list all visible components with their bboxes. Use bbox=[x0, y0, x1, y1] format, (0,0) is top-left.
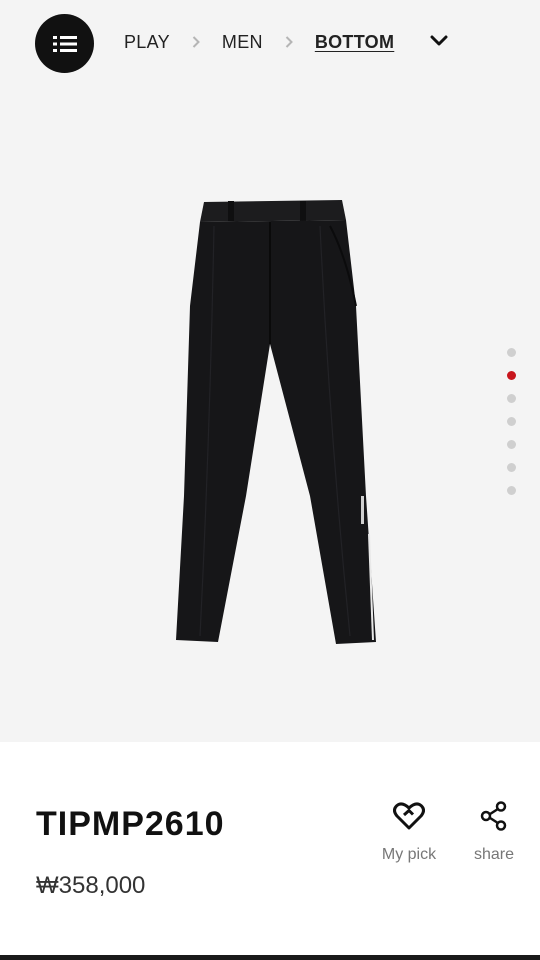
breadcrumb: PLAY MEN BOTTOM bbox=[124, 30, 394, 54]
menu-button[interactable] bbox=[35, 14, 94, 73]
pagination-dot[interactable] bbox=[507, 394, 516, 403]
chevron-down-icon bbox=[430, 35, 448, 46]
breadcrumb-bottom[interactable]: BOTTOM bbox=[315, 32, 394, 53]
share-button[interactable]: share bbox=[465, 800, 523, 864]
pagination-dot[interactable] bbox=[507, 463, 516, 472]
product-image-pants[interactable] bbox=[170, 196, 382, 648]
breadcrumb-play[interactable]: PLAY bbox=[124, 32, 170, 53]
category-dropdown[interactable] bbox=[428, 31, 450, 51]
heart-icon bbox=[393, 802, 425, 830]
pagination-dot[interactable] bbox=[507, 417, 516, 426]
share-label: share bbox=[473, 846, 515, 863]
share-icon bbox=[480, 801, 507, 831]
product-info: TIPMP2610 ₩358,000 My pick share bbox=[0, 742, 540, 960]
breadcrumb-men[interactable]: MEN bbox=[222, 32, 263, 53]
product-hero: PLAY MEN BOTTOM bbox=[0, 0, 540, 742]
product-price: ₩358,000 bbox=[36, 872, 146, 899]
mypick-label: My pick bbox=[381, 846, 437, 863]
chevron-right-icon bbox=[285, 36, 293, 48]
pagination-dot-active[interactable] bbox=[507, 371, 516, 380]
pagination-dot[interactable] bbox=[507, 348, 516, 357]
chevron-right-icon bbox=[192, 36, 200, 48]
list-menu-icon bbox=[52, 35, 77, 52]
image-pagination bbox=[507, 348, 517, 509]
pagination-dot[interactable] bbox=[507, 440, 516, 449]
mypick-button[interactable]: My pick bbox=[374, 800, 444, 864]
bottom-bar bbox=[0, 955, 540, 960]
pagination-dot[interactable] bbox=[507, 486, 516, 495]
product-name: TIPMP2610 bbox=[36, 805, 225, 843]
